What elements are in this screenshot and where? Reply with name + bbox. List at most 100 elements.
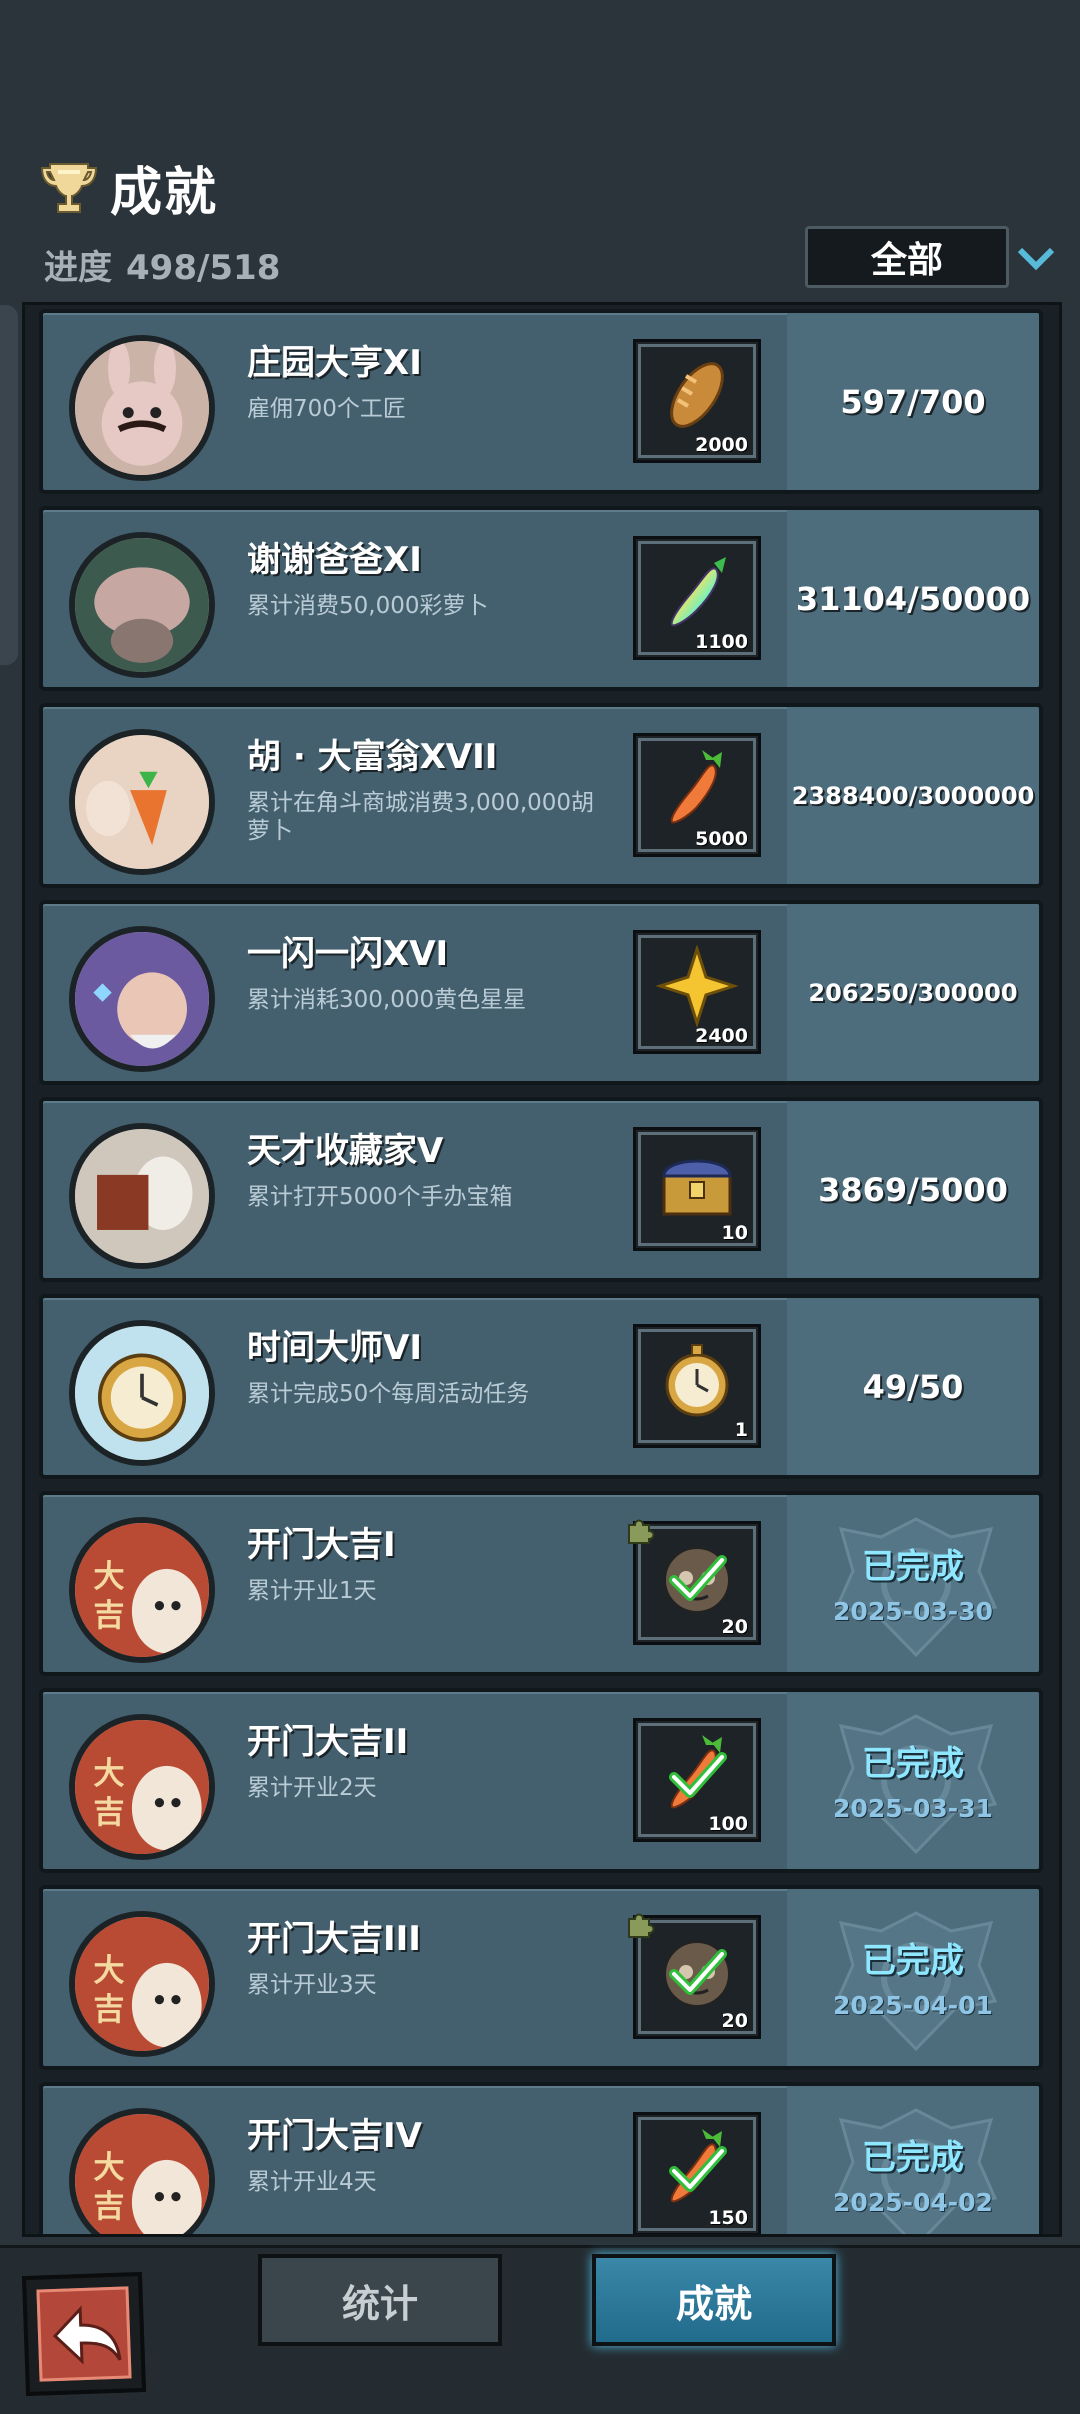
achievement-progress: 49/50 [862,1367,964,1406]
achievement-description: 累计开业1天 [247,1578,377,1604]
svg-text:吉: 吉 [93,1795,124,1831]
carrot-icon [669,2129,727,2203]
achievement-title: 谢谢爸爸XI [247,540,422,580]
achievement-card[interactable]: 谢谢爸爸XI 累计消费50,000彩萝卜 1100 31104/50000 [39,506,1043,691]
daji-avatar: 大吉 [69,1517,215,1663]
reward-slot[interactable]: 2000 [633,339,761,463]
side-edge-tab[interactable] [0,305,18,665]
completed-panel: 已完成 2025-03-30 [787,1495,1039,1672]
achievement-description: 累计消费50,000彩萝卜 [247,593,489,619]
reward-count: 2000 [695,434,748,456]
reward-count: 2400 [695,1025,748,1047]
achievement-card[interactable]: 天才收藏家V 累计打开5000个手办宝箱 10 3869/5000 [39,1097,1043,1282]
puzzle-piece-icon [628,1519,655,1544]
svg-text:吉: 吉 [93,2189,124,2225]
tab-statistics[interactable]: 统计 [258,2254,502,2346]
completed-date: 2025-03-31 [833,1794,993,1823]
pig-avatar [69,532,215,678]
reward-slot[interactable]: 1100 [633,536,761,660]
svg-text:大: 大 [93,1756,124,1792]
achievement-card[interactable]: 大吉开门大吉I 累计开业1天 20 已完成 2025-03-30 [39,1491,1043,1676]
achievement-card[interactable]: 胡 · 大富翁XVII 累计在角斗商城消费3,000,000胡萝卜 5000 2388… [39,703,1043,888]
achievement-title: 一闪一闪XVI [247,934,449,974]
completed-label: 已完成 [862,1744,964,1784]
rainbow-carrot-icon [670,557,726,627]
tab-achievements[interactable]: 成就 [592,2254,836,2346]
svg-text:大: 大 [93,1559,124,1595]
bread-icon [670,362,724,428]
rabbit-chef-avatar [69,335,215,481]
reward-slot[interactable]: 10 [633,1127,761,1251]
completed-label: 已完成 [862,2138,964,2178]
achievement-description: 累计开业4天 [247,2169,377,2195]
title-row: 成就 [38,150,218,225]
figure-head-icon [664,1941,730,2007]
achievement-progress: 2388400/3000000 [791,781,1035,810]
reward-count: 5000 [695,828,748,850]
daji-avatar: 大吉 [69,2108,215,2234]
tab-statistics-label: 统计 [341,2281,418,2326]
daji-avatar: 大吉 [69,1911,215,2057]
header: 成就 进度 498/518 全部 [0,0,1080,300]
collector-avatar [69,1123,215,1269]
achievement-card[interactable]: 一闪一闪XVI 累计消耗300,000黄色星星 2400 206250/300000 [39,900,1043,1085]
achievement-card[interactable]: 大吉开门大吉III 累计开业3天 20 已完成 2025-04-01 [39,1885,1043,2070]
achievement-card[interactable]: 庄园大亨XI 雇佣700个工匠 2000 597/700 [39,309,1043,494]
reward-count: 1 [734,1419,748,1441]
pocket-watch-avatar [69,1320,215,1466]
tab-achievements-label: 成就 [675,2281,752,2326]
gold-star-icon [656,945,738,1027]
achievement-description: 雇佣700个工匠 [247,396,406,422]
back-button-face [36,2286,132,2382]
svg-text:大: 大 [93,1953,124,1989]
completed-date: 2025-03-30 [833,1597,993,1626]
trophy-icon [40,162,98,213]
filter-label: 全部 [870,240,943,281]
treasure-chest-icon [662,1159,732,1216]
progress-text: 进度 498/518 [44,240,280,289]
completed-panel: 已完成 2025-03-31 [787,1692,1039,1869]
completed-date: 2025-04-01 [833,1991,993,2020]
daji-avatar: 大吉 [69,1714,215,1860]
page-title: 成就 [110,163,219,223]
reward-slot[interactable]: 1 [633,1324,761,1448]
completed-label: 已完成 [862,1547,964,1587]
achievement-title: 天才收藏家V [247,1131,444,1171]
reward-slot[interactable]: 150 [633,2112,761,2234]
reward-count: 100 [708,1813,748,1835]
reward-slot[interactable]: 5000 [633,733,761,857]
back-arrow-icon [52,2305,122,2365]
achievement-description: 累计开业2天 [247,1775,377,1801]
achievement-card[interactable]: 大吉开门大吉IV 累计开业4天 150 已完成 2025-04-02 [39,2082,1043,2234]
reward-slot[interactable]: 100 [633,1718,761,1842]
puzzle-piece-icon [628,1913,655,1938]
achievement-description: 累计消耗300,000黄色星星 [247,987,527,1013]
achievement-title: 庄园大亨XI [247,343,422,383]
achievement-progress: 597/700 [840,382,986,421]
achievement-list[interactable]: 庄园大亨XI 雇佣700个工匠 2000 597/700 谢谢爸爸XI 累计消费50,00… [22,302,1062,2237]
back-button[interactable] [21,2271,147,2397]
svg-text:吉: 吉 [93,1992,124,2028]
bottom-bar: 统计 成就 [0,2245,1080,2414]
reward-slot[interactable]: 2400 [633,930,761,1054]
reward-count: 150 [708,2207,748,2229]
achievement-title: 开门大吉I [247,1525,396,1565]
achievement-description: 累计完成50个每周活动任务 [247,1381,530,1407]
achievement-title: 胡 · 大富翁XVII [247,737,498,777]
achievement-card[interactable]: 大吉开门大吉II 累计开业2天 100 已完成 2025-03-31 [39,1688,1043,1873]
reward-count: 10 [721,1222,748,1244]
completed-panel: 已完成 2025-04-01 [787,1889,1039,2066]
completed-label: 已完成 [862,1941,964,1981]
achievement-title: 开门大吉IV [247,2116,422,2156]
achievement-description: 累计打开5000个手办宝箱 [247,1184,513,1210]
filter-dropdown[interactable]: 全部 [805,226,1009,288]
completed-date: 2025-04-02 [833,2188,993,2217]
chevron-down-icon[interactable] [1016,246,1056,272]
reward-count: 1100 [695,631,748,653]
achievement-title: 时间大师VI [247,1328,422,1368]
carrot-bunny-avatar [69,729,215,875]
achievement-card[interactable]: 时间大师VI 累计完成50个每周活动任务 1 49/50 [39,1294,1043,1479]
pocket-watch-icon [665,1344,729,1417]
svg-text:吉: 吉 [93,1598,124,1634]
carrot-icon [670,750,722,824]
